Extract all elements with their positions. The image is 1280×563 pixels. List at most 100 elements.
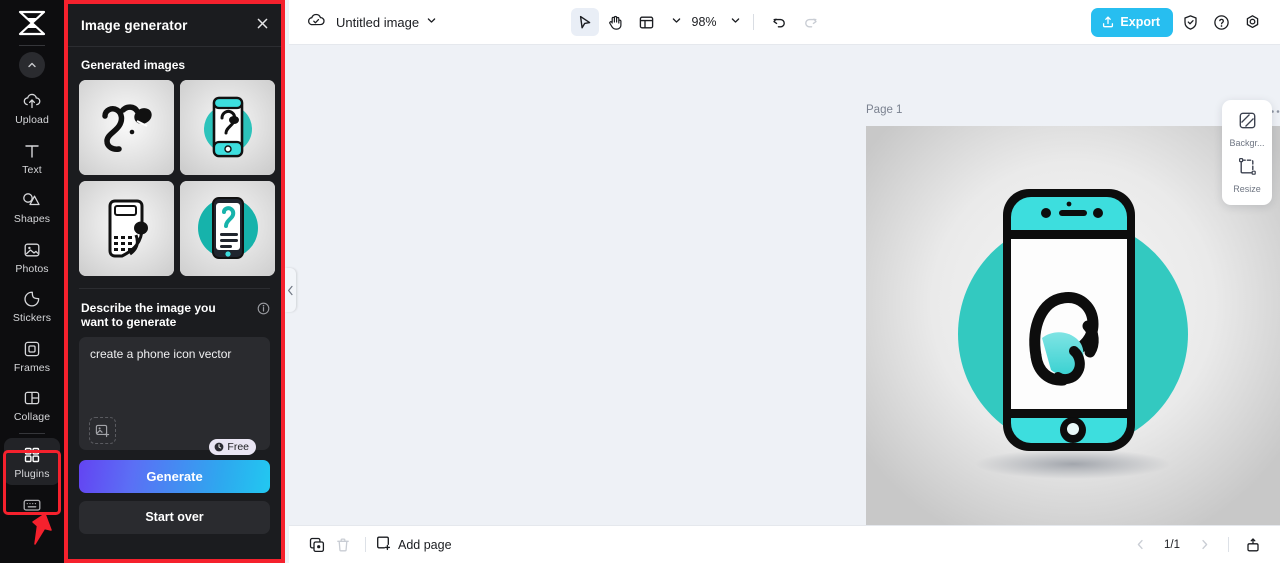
sidebar-item-label: Text [22, 163, 42, 176]
export-button[interactable]: Export [1091, 7, 1173, 37]
cursor-arrow-icon [579, 15, 591, 28]
sidebar-divider [19, 45, 45, 46]
bottom-left-actions: Add page [304, 532, 452, 558]
sidebar-item-label: Upload [15, 114, 49, 126]
document-title[interactable]: Untitled image [336, 15, 419, 30]
next-page-button[interactable] [1191, 532, 1217, 558]
artboard-canvas[interactable] [866, 126, 1280, 525]
page-indicator: 1/1 [1164, 538, 1180, 551]
generated-images-grid [68, 80, 281, 284]
canvas-artwork [866, 126, 1280, 525]
zoom-chevron-down-icon[interactable] [730, 13, 741, 31]
main-area: Untitled image 98% Export Page 1 Backgr.… [289, 0, 1280, 563]
top-toolbar: Untitled image 98% Export [289, 0, 1280, 45]
panel-body: Generated images Describe the image you … [68, 47, 281, 559]
generate-button[interactable]: Generate [79, 459, 270, 493]
bottom-divider [365, 537, 366, 552]
generated-image-thumbnail-4[interactable] [180, 181, 275, 276]
sidebar-item-frames[interactable]: Frames [4, 332, 60, 380]
zoom-level[interactable]: 98% [692, 15, 717, 29]
close-icon[interactable] [256, 17, 269, 33]
image-generator-panel: Image generator Generated images Describ… [68, 4, 281, 559]
sidebar-item-label: Collage [13, 411, 51, 423]
chevron-down-icon[interactable] [426, 13, 437, 31]
photos-icon [23, 240, 41, 260]
panel-header: Image generator [68, 4, 281, 47]
prev-page-button[interactable] [1127, 532, 1153, 558]
layout-grid-icon [639, 16, 654, 28]
left-sidebar: Upload Text Shapes Photos Stickers Frame… [0, 0, 64, 563]
generated-image-thumbnail-1[interactable] [79, 80, 174, 175]
generated-images-title: Generated images [81, 58, 186, 72]
page-label: Page 1 [866, 104, 903, 116]
start-over-button[interactable]: Start over [79, 500, 270, 534]
export-tray-icon[interactable] [1240, 532, 1266, 558]
chevron-left-icon [1137, 539, 1143, 550]
sidebar-item-upload[interactable]: Upload [4, 84, 60, 132]
bottom-divider-right [1228, 537, 1229, 552]
shield-check-icon[interactable] [1177, 9, 1204, 36]
sidebar-item-text[interactable]: Text [4, 134, 60, 182]
topbar-right: Export [1091, 7, 1266, 37]
page-header: Page 1 [866, 100, 1280, 120]
generated-image-thumbnail-2[interactable] [180, 80, 275, 175]
canvas-float-panel: Backgr... Resize [1222, 100, 1272, 205]
free-badge-label: Free [227, 440, 249, 453]
sidebar-item-collage[interactable]: Collage [4, 381, 60, 429]
layout-chevron-down-icon[interactable] [671, 13, 682, 31]
toolbar-divider [752, 14, 754, 30]
sidebar-collapse-button[interactable] [19, 52, 45, 78]
resize-icon [1238, 157, 1257, 181]
sidebar-divider-bottom [19, 432, 45, 434]
shapes-icon [22, 190, 42, 210]
hand-tool[interactable] [602, 8, 630, 36]
add-page-icon [375, 535, 391, 554]
layout-tool[interactable] [633, 8, 661, 36]
frames-icon [23, 339, 41, 359]
redo-button[interactable] [797, 8, 825, 36]
add-page-label: Add page [398, 537, 452, 552]
undo-button[interactable] [766, 8, 794, 36]
add-image-icon[interactable] [89, 416, 116, 444]
help-question-icon[interactable] [1208, 9, 1235, 36]
generate-button-label: Generate [146, 468, 203, 484]
sidebar-item-photos[interactable]: Photos [4, 233, 60, 281]
topbar-tools: 98% [570, 8, 825, 36]
prompt-input-value: create a phone icon vector [90, 346, 232, 361]
canvas-area[interactable]: Page 1 Backgr... Resize [289, 45, 1280, 525]
upload-cloud-icon [22, 91, 42, 111]
chevron-left-icon [288, 285, 293, 295]
prompt-label: Describe the image you want to generate [81, 301, 216, 330]
sidebar-item-label: Plugins [14, 467, 50, 480]
free-badge: Free [209, 438, 256, 455]
panel-title: Image generator [81, 17, 188, 33]
clock-icon [215, 442, 224, 452]
info-icon[interactable] [257, 302, 270, 320]
keyboard-icon [23, 499, 41, 511]
sidebar-item-label: Photos [15, 262, 49, 275]
upload-box-icon [1103, 16, 1114, 28]
cloud-saved-icon[interactable] [306, 12, 326, 33]
resize-button[interactable]: Resize [1224, 153, 1270, 197]
trash-icon[interactable] [330, 532, 356, 558]
add-page-button[interactable]: Add page [375, 535, 452, 554]
capcut-image-editor: Upload Text Shapes Photos Stickers Frame… [0, 0, 1280, 563]
select-tool[interactable] [570, 8, 599, 36]
capcut-logo[interactable] [15, 9, 49, 37]
sidebar-item-stickers[interactable]: Stickers [4, 282, 60, 330]
export-button-label: Export [1120, 15, 1160, 29]
sidebar-item-label: Shapes [13, 213, 51, 225]
generated-image-thumbnail-3[interactable] [79, 181, 174, 276]
background-icon [1238, 111, 1257, 135]
settings-gear-icon[interactable] [1239, 9, 1266, 36]
panel-collapse-handle[interactable] [285, 268, 296, 312]
background-button[interactable]: Backgr... [1224, 107, 1270, 151]
sidebar-item-shapes[interactable]: Shapes [4, 183, 60, 231]
bottom-right-actions: 1/1 [1127, 532, 1266, 558]
sidebar-item-plugins[interactable]: Plugins [4, 437, 60, 485]
prompt-input[interactable]: create a phone icon vector [79, 336, 270, 450]
resize-button-label: Resize [1233, 184, 1261, 194]
duplicate-icon[interactable] [304, 532, 330, 558]
image-generator-panel-wrapper: Image generator Generated images Describ… [64, 0, 289, 563]
background-button-label: Backgr... [1229, 138, 1265, 148]
